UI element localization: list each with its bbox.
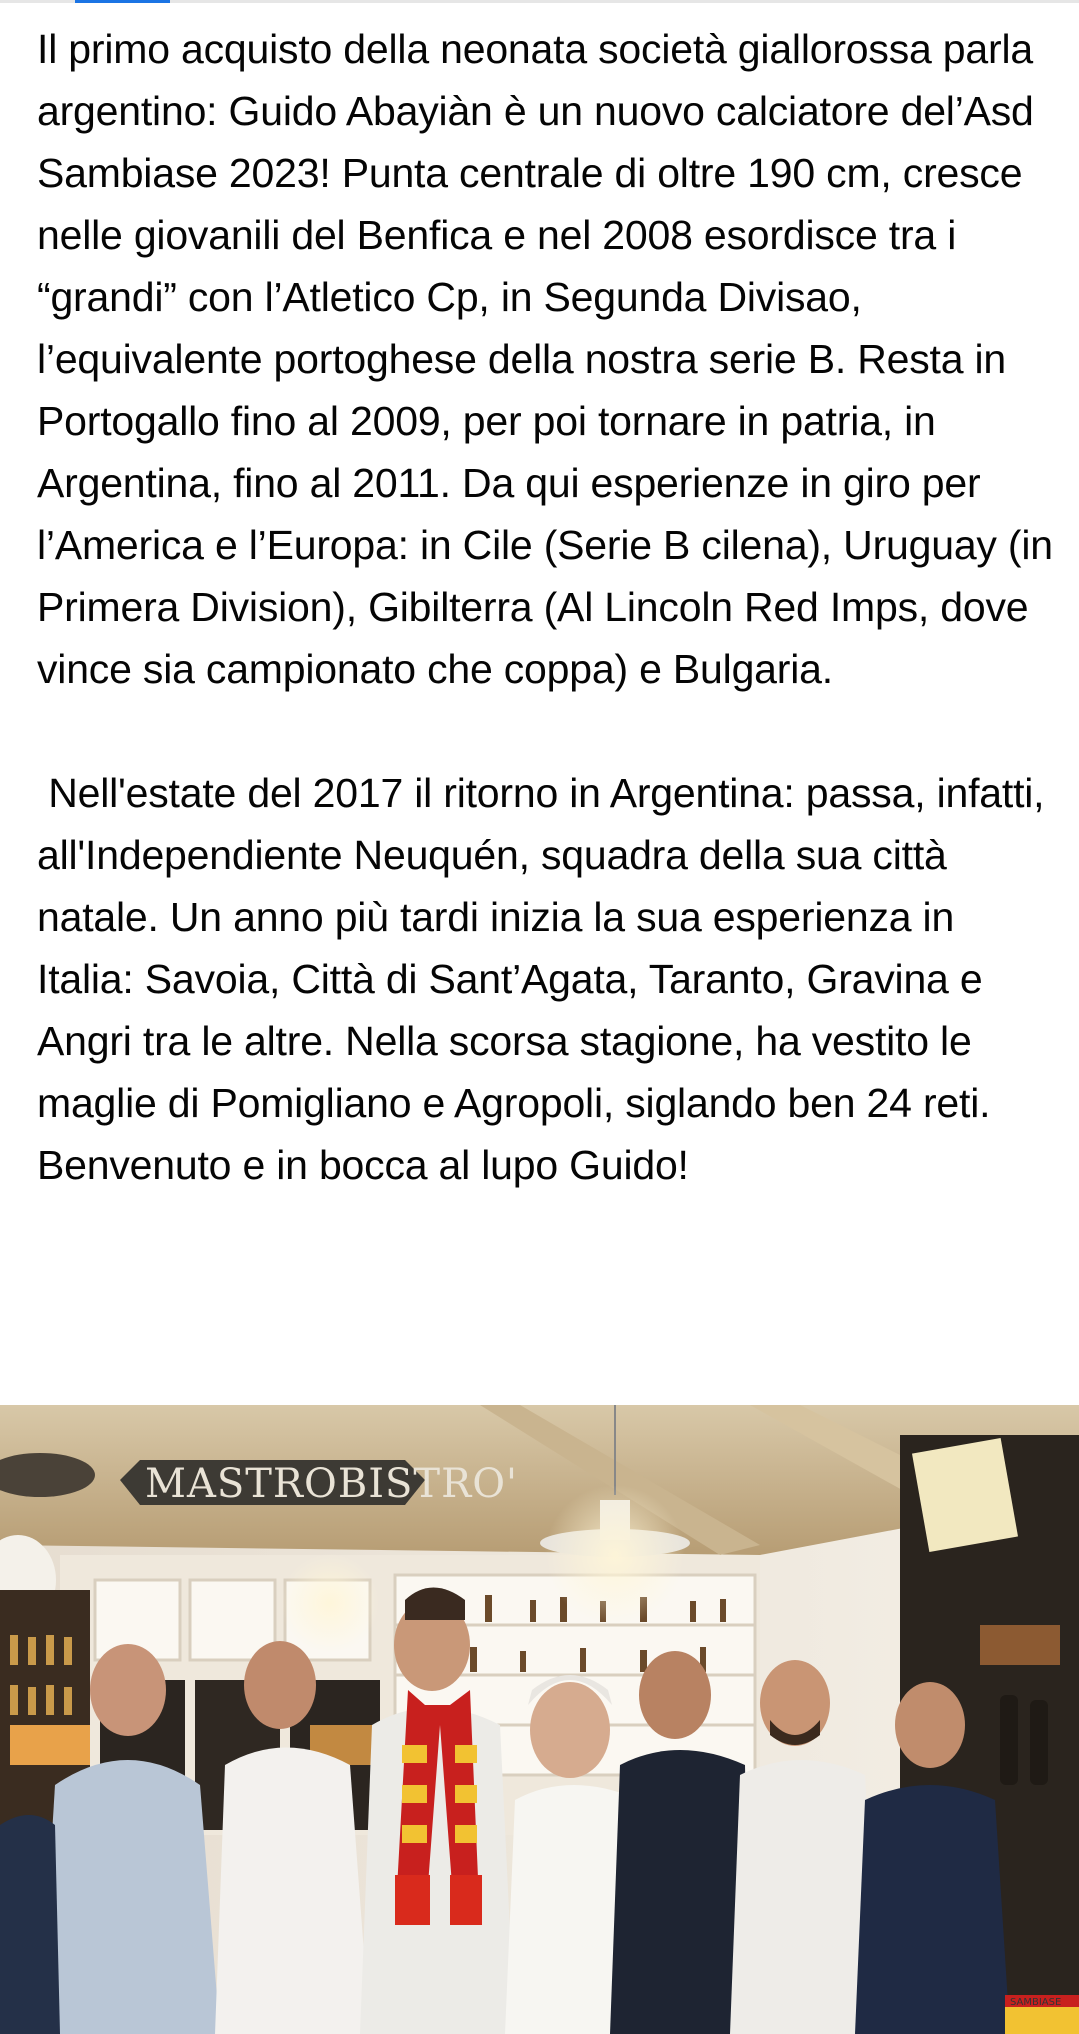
- post-photo[interactable]: MASTROBISTRO' SAMBIASE: [0, 1405, 1079, 2034]
- restaurant-sign: MASTROBISTRO': [120, 1460, 518, 1507]
- badge-label: SAMBIASE: [1010, 1997, 1061, 2008]
- photo-illustration: MASTROBISTRO' SAMBIASE: [0, 1405, 1079, 2034]
- post-paragraph-1: Il primo acquisto della neonata società …: [37, 26, 1065, 692]
- top-tab-indicator: [75, 0, 170, 3]
- club-badge-logo: SAMBIASE: [1005, 1995, 1079, 2034]
- post-paragraph-2: Nell'estate del 2017 il ritorno in Argen…: [37, 770, 1056, 1188]
- post-text: Il primo acquisto della neonata società …: [37, 18, 1057, 1196]
- sign-label: MASTROBISTRO': [145, 1461, 518, 1507]
